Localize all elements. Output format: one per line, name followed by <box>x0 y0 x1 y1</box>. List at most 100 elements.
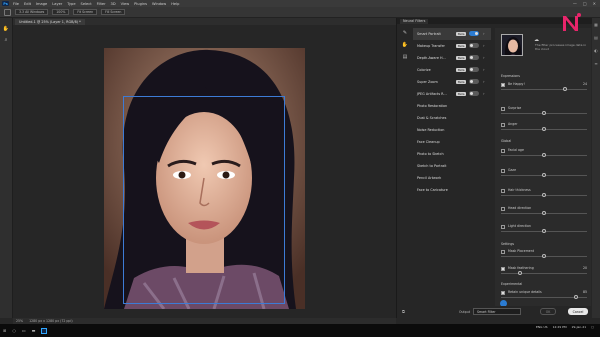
filter-pencil-artwork[interactable]: Pencil Artwork <box>413 172 491 184</box>
photoshop-taskbar-icon[interactable] <box>41 327 48 334</box>
filter-toggle[interactable] <box>469 55 479 60</box>
panel-icon[interactable]: ◐ <box>594 48 598 53</box>
filter-toggle[interactable] <box>469 31 479 36</box>
search-icon[interactable]: ○ <box>12 328 16 333</box>
menu-3d[interactable]: 3D <box>111 2 116 6</box>
slider-knob[interactable] <box>518 271 522 275</box>
windows-start-icon[interactable]: ⊞ <box>3 328 6 333</box>
slider-knob[interactable] <box>542 211 546 215</box>
filter-super-zoom[interactable]: Super Zoom Beta › <box>413 76 491 88</box>
panel-icon[interactable]: ≡ <box>594 61 597 66</box>
output-select[interactable]: Smart Filter <box>473 308 521 315</box>
light-direction-checkbox[interactable] <box>501 225 505 229</box>
brush-icon[interactable]: ✎ <box>403 30 407 36</box>
filter-smart-portrait[interactable]: Smart Portrait Beta › <box>413 28 491 40</box>
slider-knob[interactable] <box>563 87 567 91</box>
slider-knob[interactable] <box>542 254 546 258</box>
hand-tool-icon[interactable]: ✋ <box>3 27 9 32</box>
cancel-button[interactable]: Cancel <box>568 308 588 315</box>
slider-facial-age[interactable]: Facial age <box>501 148 587 158</box>
gaze-checkbox[interactable] <box>501 169 505 173</box>
zoom-tool-icon[interactable] <box>4 8 11 16</box>
filter-photo-to-sketch[interactable]: Photo to Sketch <box>413 148 491 160</box>
retain-details-checkbox[interactable] <box>501 291 505 295</box>
option-fit-screen[interactable]: Fit Screen <box>73 9 98 15</box>
slider-happy[interactable]: Be Happy! 24 <box>501 82 587 92</box>
filter-colorize[interactable]: Colorize Beta › <box>413 64 491 76</box>
menu-plugins[interactable]: Plugins <box>134 2 147 6</box>
task-view-icon[interactable]: ▭ <box>22 328 26 333</box>
mask-placement-row[interactable]: Mask Placement <box>501 249 587 259</box>
slider-surprise[interactable]: Surprise <box>501 106 587 116</box>
filter-face-to-caricature[interactable]: Face to Caricature <box>413 184 491 196</box>
menu-layer[interactable]: Layer <box>52 2 62 6</box>
anger-checkbox[interactable] <box>501 123 505 127</box>
language-indicator[interactable]: ENG US <box>536 325 548 330</box>
menu-edit[interactable]: Edit <box>24 2 31 6</box>
selection-marquee[interactable] <box>123 96 285 304</box>
filter-makeup-transfer[interactable]: Makeup Transfer Beta › <box>413 40 491 52</box>
filter-photo-restoration[interactable]: Photo Restoration <box>413 100 491 112</box>
menu-select[interactable]: Select <box>81 2 92 6</box>
menu-window[interactable]: Window <box>152 2 166 6</box>
slider-hair-thickness[interactable]: Hair thickness <box>501 188 587 198</box>
panel-icon[interactable]: ▦ <box>594 22 598 27</box>
mask-placement-checkbox[interactable] <box>501 250 505 254</box>
clock-time[interactable]: 12:29 PM <box>553 325 567 330</box>
zoom-level[interactable]: 25% <box>16 319 23 323</box>
slider-retain-details[interactable]: Retain unique details 85 <box>501 290 587 300</box>
file-explorer-icon[interactable]: ▬ <box>32 328 36 333</box>
slider-knob[interactable] <box>542 173 546 177</box>
menu-help[interactable]: Help <box>171 2 179 6</box>
document-info[interactable]: 1280 px x 1280 px (72 ppi) <box>29 319 72 323</box>
canvas[interactable] <box>13 25 396 318</box>
filter-sketch-to-portrait[interactable]: Sketch to Portrait <box>413 160 491 172</box>
filter-jpeg-artifacts-removal[interactable]: JPEG Artifacts R... Beta › <box>413 88 491 100</box>
filter-noise-reduction[interactable]: Noise Reduction <box>413 124 491 136</box>
menu-type[interactable]: Type <box>67 2 75 6</box>
notification-icon[interactable]: ▢ <box>591 325 594 330</box>
slider-mask-feathering[interactable]: Mask feathering 20 <box>501 266 587 276</box>
slider-head-direction[interactable]: Head direction <box>501 206 587 216</box>
option-100[interactable]: 100% <box>52 9 70 15</box>
slider-gaze[interactable]: Gaze <box>501 168 587 178</box>
option-fill-screen[interactable]: Fill Screen <box>101 9 126 15</box>
chevron-right-icon: › <box>483 55 485 60</box>
menu-file[interactable]: File <box>13 2 19 6</box>
menu-filter[interactable]: Filter <box>97 2 106 6</box>
slider-light-direction[interactable]: Light direction <box>501 224 587 234</box>
head-direction-checkbox[interactable] <box>501 207 505 211</box>
slider-knob[interactable] <box>542 229 546 233</box>
filter-face-cleanup[interactable]: Face Cleanup <box>413 136 491 148</box>
filter-depth-aware-haze[interactable]: Depth-Aware H... Beta › <box>413 52 491 64</box>
slider-anger[interactable]: Anger <box>501 122 587 132</box>
panel-icon[interactable]: ▤ <box>594 35 598 40</box>
hand-icon[interactable]: ✋ <box>402 42 408 48</box>
layers-stack-icon[interactable]: ⧉ <box>402 309 405 314</box>
surprise-checkbox[interactable] <box>501 107 505 111</box>
facial-age-checkbox[interactable] <box>501 149 505 153</box>
menu-image[interactable]: Image <box>36 2 47 6</box>
filter-toggle[interactable] <box>469 91 479 96</box>
filter-toggle[interactable] <box>469 67 479 72</box>
close-icon[interactable]: ✕ <box>593 1 596 6</box>
slider-knob[interactable] <box>574 295 578 299</box>
maximize-icon[interactable]: □ <box>583 1 587 6</box>
clock-date[interactable]: 29-Jan-21 <box>572 325 587 330</box>
slider-knob[interactable] <box>542 153 546 157</box>
filter-toggle[interactable] <box>469 43 479 48</box>
happy-checkbox[interactable] <box>501 83 505 87</box>
menu-view[interactable]: View <box>121 2 130 6</box>
hair-thickness-checkbox[interactable] <box>501 189 505 193</box>
slider-knob[interactable] <box>542 193 546 197</box>
minimize-icon[interactable]: — <box>573 1 577 6</box>
layers-icon[interactable]: ▤ <box>403 54 408 60</box>
slider-knob[interactable] <box>542 127 546 131</box>
filter-toggle[interactable] <box>469 79 479 84</box>
zoom-tool-icon[interactable]: ⌕ <box>5 38 8 43</box>
slider-knob[interactable] <box>542 111 546 115</box>
filter-dust-scratches[interactable]: Dust & Scratches <box>413 112 491 124</box>
mask-feathering-checkbox[interactable] <box>501 267 505 271</box>
option-all-windows[interactable]: 3.3 All Windows <box>15 9 49 15</box>
ok-button[interactable]: OK <box>540 308 556 315</box>
